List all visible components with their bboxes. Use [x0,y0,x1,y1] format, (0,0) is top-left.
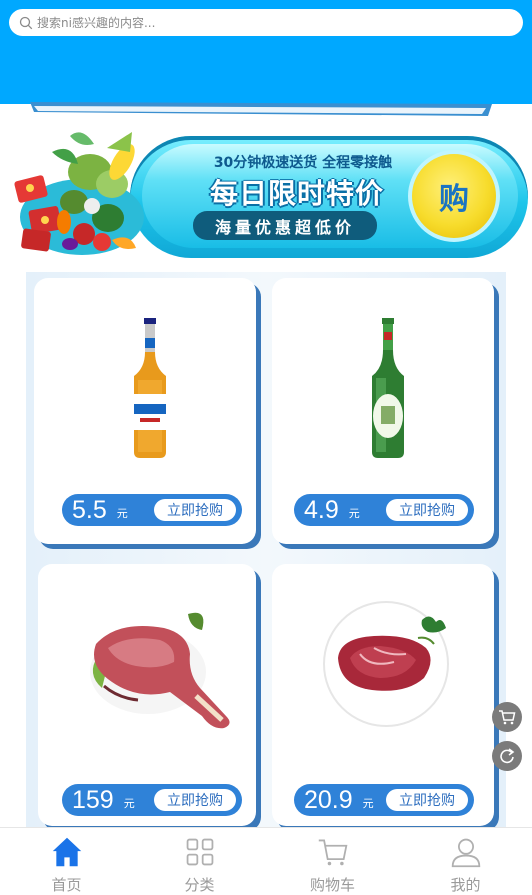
search-input[interactable]: 搜索ni感兴趣的内容... [37,14,155,31]
banner-subtitle: 30分钟极速送货 全程零接触 [213,155,393,171]
product-card[interactable]: 20.9 元 立即抢购 [272,564,494,826]
beer-bottle-green-image [372,318,404,458]
price-value: 20.9 [304,785,353,814]
price-bar: 159 元 立即抢购 [62,784,242,816]
header: 搜索ni感兴趣的内容... [0,0,532,104]
price-unit: 元 [348,507,360,520]
price-bar: 5.5 元 立即抢购 [62,494,242,526]
home-icon [52,837,81,867]
floating-cart-button[interactable] [492,702,522,732]
tab-cart[interactable]: 购物车 [266,828,399,895]
banner-title: 每日限时特价 [209,177,384,210]
price-unit: 元 [116,507,128,520]
product-card[interactable]: 5.5 元 立即抢购 [34,278,256,544]
price-bar: 4.9 元 立即抢购 [294,494,474,526]
buy-now-button[interactable]: 立即抢购 [386,499,468,521]
floating-refresh-button[interactable] [492,741,522,771]
buy-now-button[interactable]: 立即抢购 [386,789,468,811]
tab-label: 我的 [450,876,481,894]
bottom-tab-bar: 首页 分类 购物车 我的 [0,827,532,895]
cart-icon [499,710,516,725]
refresh-icon [500,748,515,764]
product-card[interactable]: 4.9 元 立即抢购 [272,278,494,544]
banner-slogan: 海量优惠超低价 [214,217,355,237]
grid-icon [186,838,213,866]
tab-label: 首页 [51,876,82,894]
price-bar: 20.9 元 立即抢购 [294,784,474,816]
lamb-leg-image [90,612,230,729]
tab-label: 购物车 [309,876,355,894]
buy-now-button[interactable]: 立即抢购 [154,499,236,521]
price-value: 4.9 [304,495,339,524]
tab-label: 分类 [184,876,215,894]
product-card[interactable]: 159 元 立即抢购 [38,564,256,826]
search-icon [19,16,33,29]
banner-slogan-box: 海量优惠超低价 [193,211,377,240]
price-value: 159 [72,785,114,814]
tab-category[interactable]: 分类 [133,828,266,895]
buy-now-button[interactable]: 立即抢购 [154,789,236,811]
price-unit: 元 [123,797,135,810]
vegetables-illustration [14,132,144,255]
beef-steak-image [323,601,449,727]
beer-bottle-harbin-image [134,318,166,458]
tab-home[interactable]: 首页 [0,828,133,895]
user-icon [451,838,480,868]
cart-icon [318,839,347,866]
tab-profile[interactable]: 我的 [399,828,532,895]
search-bar[interactable]: 搜索ni感兴趣的内容... [9,9,523,36]
promo-banner[interactable]: 30分钟极速送货 全程零接触 每日限时特价 海量优惠超低价 购 [12,122,528,266]
price-value: 5.5 [72,495,107,524]
product-grid: 5.5 元 立即抢购 4.9 元 立即抢购 159 元 立即抢购 20.9 元 … [26,272,506,827]
banner-buy-button[interactable]: 购 [408,150,500,242]
banner-strip [30,102,492,116]
banner-buy-label: 购 [439,182,469,217]
price-unit: 元 [362,797,374,810]
